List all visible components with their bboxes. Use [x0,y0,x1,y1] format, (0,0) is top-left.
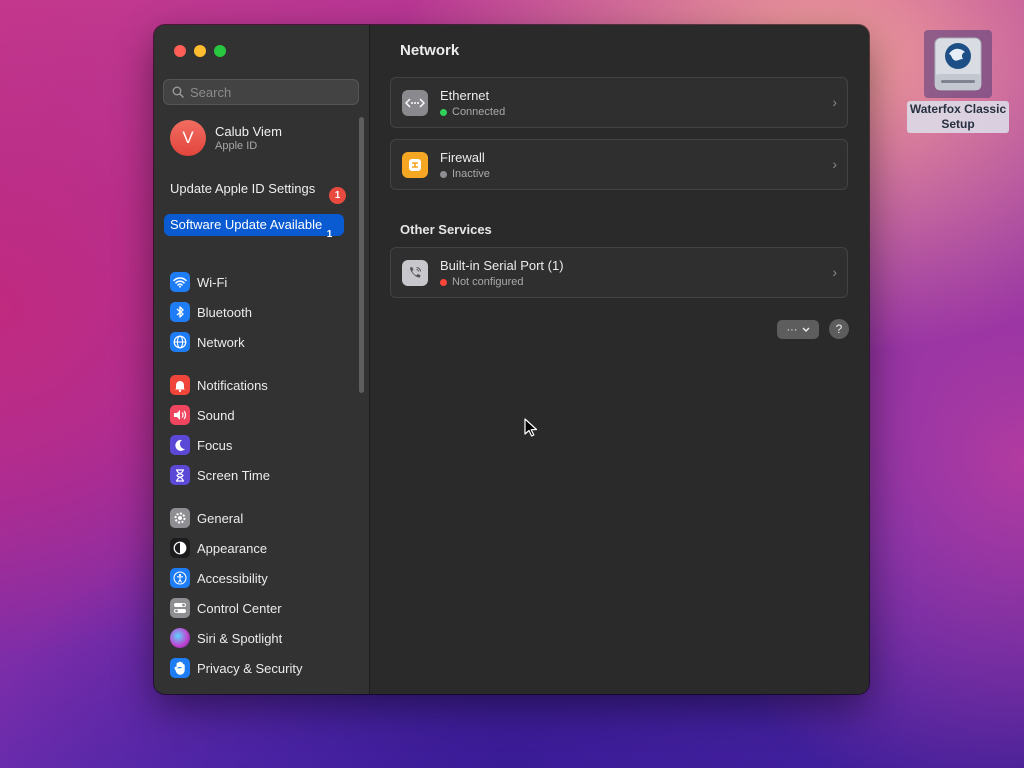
sidebar-item-label: Privacy & Security [197,660,303,676]
account-name: Calub Viem [215,124,282,139]
update-apple-id-notice[interactable]: Update Apple ID Settings 1 [164,178,346,204]
desktop-icon-label-line2: Setup [941,117,975,131]
service-status: Not configured [440,276,524,288]
phone-icon [402,260,428,286]
desktop-icon-waterfox-setup[interactable]: Waterfox Classic Setup [906,30,1010,133]
siri-icon [170,628,190,648]
chevron-right-icon: › [832,156,837,172]
sidebar-item-label: Bluetooth [197,304,252,320]
more-actions-button[interactable]: ··· [777,320,819,339]
status-dot [440,108,447,116]
sidebar-item-siri-spotlight[interactable]: Siri & Spotlight [170,627,282,649]
accessibility-icon [170,568,190,588]
hand-icon [170,658,190,678]
gear-icon [170,508,190,528]
sidebar-item-label: General [197,510,244,526]
disk-image-icon [924,30,992,98]
system-settings-window: V Calub Viem Apple ID Update Apple ID Se… [154,25,869,694]
speaker-icon [170,405,190,425]
status-text: Not configured [452,276,524,288]
other-services-heading: Other Services [400,222,492,237]
sidebar: V Calub Viem Apple ID Update Apple ID Se… [154,25,370,694]
sidebar-item-accessibility[interactable]: Accessibility [170,567,268,589]
sidebar-item-network[interactable]: Network [170,331,245,353]
moon-icon [170,435,190,455]
status-dot [440,278,447,286]
window-controls [174,45,226,57]
sidebar-item-label: Wi-Fi [197,274,228,290]
sidebar-item-label: Notifications [197,377,268,393]
ellipsis-icon: ··· [786,323,798,336]
update-count-badge: 1 [326,228,333,240]
sidebar-item-label: Siri & Spotlight [197,630,283,646]
ethernet-icon [402,90,428,116]
sidebar-item-sound[interactable]: Sound [170,404,235,426]
sidebar-item-label: Appearance [197,540,268,556]
service-row-firewall[interactable]: Firewall Inactive › [390,139,848,190]
sidebar-scrollbar[interactable] [359,117,364,393]
status-text: Connected [452,106,506,118]
notice-label: Software Update Available [170,217,323,232]
notification-badge: 1 [329,187,346,204]
desktop-icon-label-line1: Waterfox Classic [909,102,1007,116]
network-pane: Network Ethernet Connected › Firewall In… [370,25,869,694]
search-icon [172,86,184,98]
chevron-right-icon: › [832,264,837,280]
status-text: Inactive [452,168,490,180]
account-subtitle: Apple ID [215,140,258,152]
sidebar-item-label: Screen Time [197,467,270,483]
globe-icon [170,332,190,352]
hourglass-icon [170,465,190,485]
zoom-button[interactable] [214,45,226,57]
service-title: Firewall [440,150,485,165]
wifi-icon [170,272,190,292]
appearance-icon [170,538,190,558]
service-title: Ethernet [440,88,490,103]
avatar: V [170,120,206,156]
sidebar-item-label: Network [197,334,245,350]
bell-icon [170,375,190,395]
page-title: Network [400,42,460,59]
sidebar-item-label: Accessibility [197,570,268,586]
sidebar-item-wifi[interactable]: Wi-Fi [170,271,227,293]
mouse-cursor [524,418,538,437]
bluetooth-icon [170,302,190,322]
software-update-notice[interactable]: Software Update Available 1 [164,214,344,240]
chevron-right-icon: › [832,94,837,110]
sidebar-item-control-center[interactable]: Control Center [170,597,282,619]
sidebar-item-focus[interactable]: Focus [170,434,232,456]
service-status: Connected [440,106,505,118]
sidebar-item-notifications[interactable]: Notifications [170,374,268,396]
sidebar-item-label: Sound [197,407,235,423]
sidebar-item-bluetooth[interactable]: Bluetooth [170,301,252,323]
search-field[interactable] [163,79,359,105]
sidebar-item-screen-time[interactable]: Screen Time [170,464,270,486]
sidebar-item-general[interactable]: General [170,507,243,529]
toggles-icon [170,598,190,618]
sidebar-item-label: Control Center [197,600,282,616]
service-status: Inactive [440,168,490,180]
sidebar-item-privacy-security[interactable]: Privacy & Security [170,657,302,679]
search-input[interactable] [190,84,350,100]
service-title: Built-in Serial Port (1) [440,258,564,273]
sidebar-item-appearance[interactable]: Appearance [170,537,267,559]
notice-label: Update Apple ID Settings [170,181,316,196]
service-row-ethernet[interactable]: Ethernet Connected › [390,77,848,128]
service-row-serial-port[interactable]: Built-in Serial Port (1) Not configured … [390,247,848,298]
close-button[interactable] [174,45,186,57]
status-dot [440,170,447,178]
apple-id-account[interactable]: V Calub Viem Apple ID [170,120,282,156]
sidebar-item-label: Focus [197,437,233,453]
firewall-icon [402,152,428,178]
desktop-icon-label: Waterfox Classic Setup [906,101,1010,133]
minimize-button[interactable] [194,45,206,57]
chevron-down-icon [802,327,809,332]
help-button[interactable]: ? [829,319,849,339]
